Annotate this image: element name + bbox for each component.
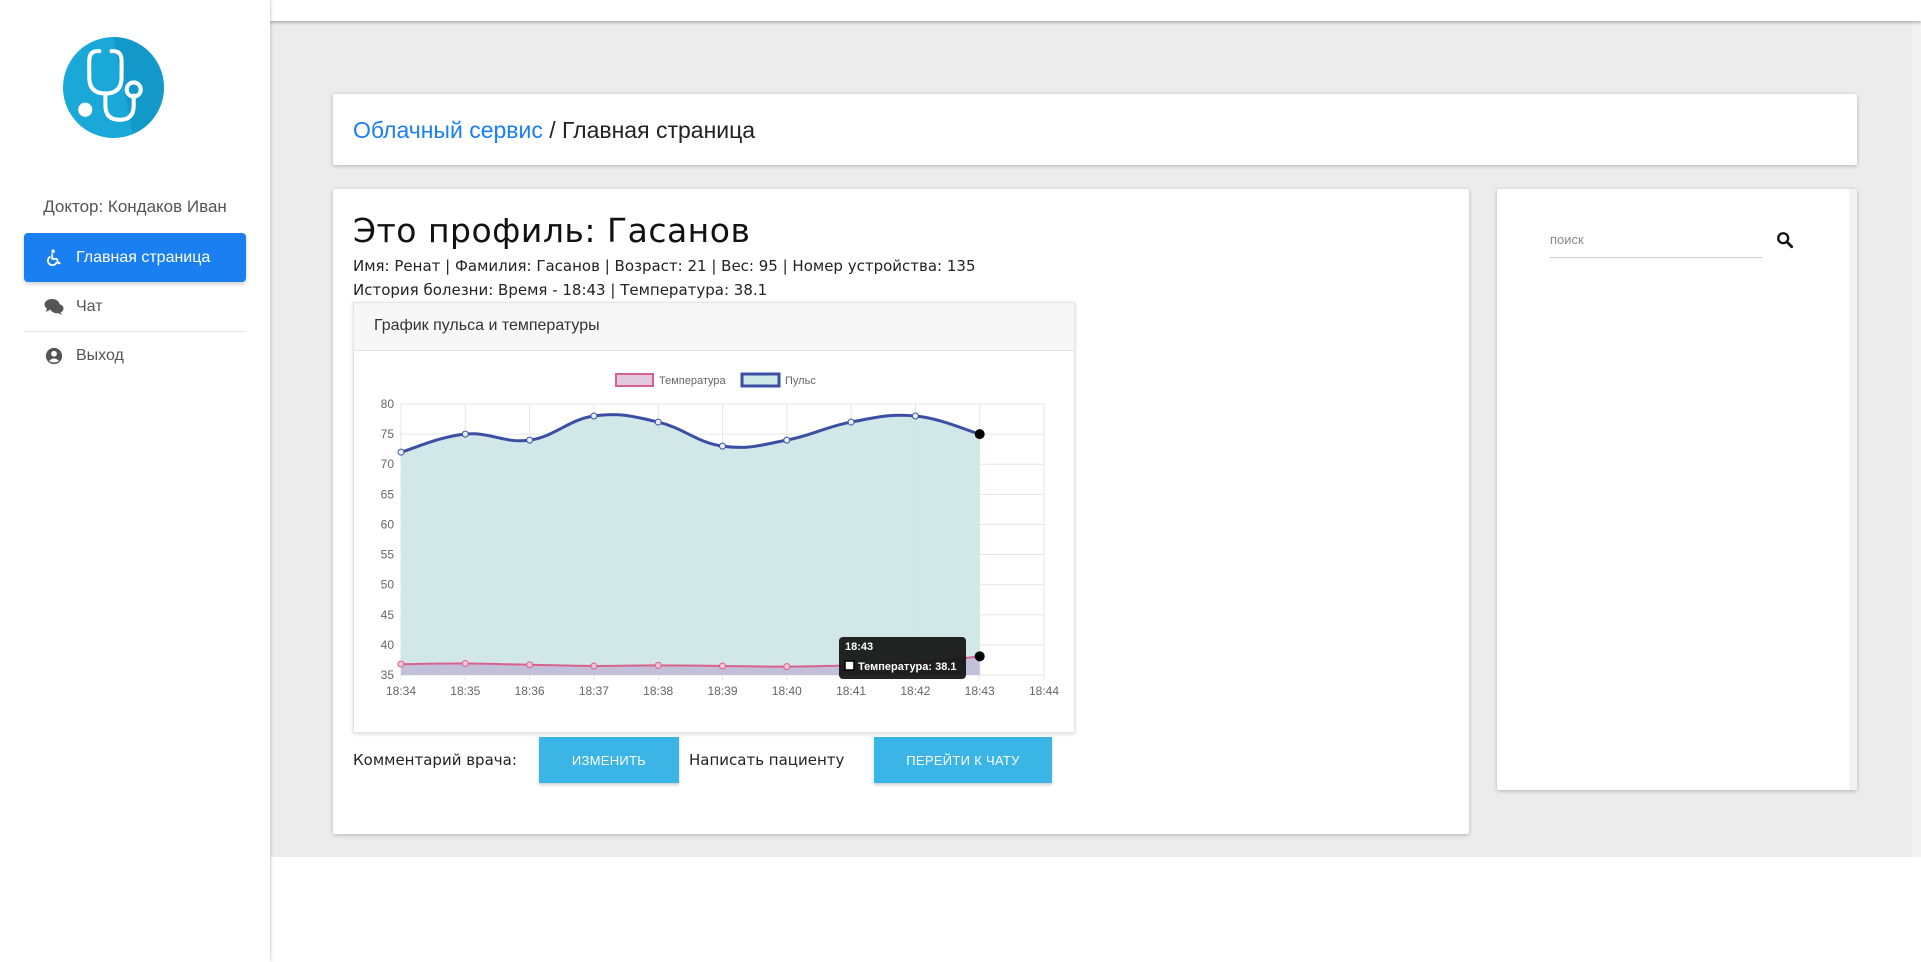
sidebar-item-chat[interactable]: Чат [24,282,246,331]
y-tick-label: 70 [381,457,395,471]
chart-card: График пульса и температуры 35 40 45 50 55 60… [353,302,1075,733]
breadcrumb-current: Главная страница [562,117,756,143]
y-tick-label: 80 [381,397,395,411]
edit-button[interactable]: ИЗМЕНИТЬ [539,737,679,783]
pulse-area [401,414,980,675]
pulse-point [847,418,855,426]
temperature-point [719,662,726,670]
breadcrumb-separator: / [542,117,563,143]
x-tick-label: 18:39 [707,684,737,698]
x-tick-label: 18:42 [900,684,930,698]
pulse-point [974,429,985,440]
temperature-point [397,660,405,668]
pulse-point [911,412,919,420]
sidebar-item-label: Главная страница [76,248,211,266]
legend-swatch-temperature [615,373,654,387]
user-circle-icon [44,346,64,366]
comments-icon [44,297,64,317]
sidebar-item-home[interactable]: Главная страница [24,233,246,282]
patient-info: Имя: Ренат | Фамилия: Гасанов | Возраст:… [353,257,976,275]
doctor-comment-label: Комментарий врача: [353,751,517,769]
tooltip-text: Температура: 38.1 [858,661,956,673]
sidebar-item-logout[interactable]: Выход [24,331,246,380]
y-tick-label: 40 [381,638,395,652]
pulse-point [397,448,405,456]
pulse-point [590,412,598,420]
temperature-point [654,661,662,669]
x-tick-label: 18:44 [1029,684,1059,698]
y-tick-label: 35 [381,668,395,682]
temperature-point [461,660,469,668]
search-panel-scrollbar[interactable] [1849,189,1857,790]
x-tick-label: 18:41 [836,684,866,698]
pulse-point [719,442,726,450]
temperature-point [783,663,791,671]
doctor-name: Доктор: Кондаков Иван [43,197,227,216]
chart-card-header: График пульса и температуры [354,303,1074,351]
search-panel [1497,189,1857,790]
temperature-point [590,662,598,670]
pulse-point [461,430,469,438]
actions-row: Комментарий врача: ИЗМЕНИТЬ Написать пац… [353,737,1353,783]
tooltip-title: 18:43 [845,641,873,653]
pulse-point [783,436,791,444]
page-scrollbar[interactable] [1912,21,1921,857]
profile-card: Это профиль: Гасанов Имя: Ренат | Фамили… [333,189,1469,834]
legend-label-temperature: Температура [659,375,727,387]
pulse-temperature-chart[interactable]: 35 40 45 50 55 60 65 70 75 80 18:34 18:35 18:36 18:37… [354,351,1074,732]
write-patient-label: Написать пациенту [689,751,845,769]
y-tick-label: 55 [381,548,395,562]
pulse-point [526,436,534,444]
x-tick-label: 18:37 [579,684,609,698]
go-to-chat-button[interactable]: ПЕРЕЙТИ К ЧАТУ [874,737,1052,783]
search-input[interactable] [1550,224,1750,254]
x-tick-label: 18:35 [450,684,480,698]
top-bar [270,0,1921,21]
breadcrumb-link-cloud-service[interactable]: Облачный сервис [353,117,543,143]
chart-card-title: График пульса и температуры [374,317,600,334]
breadcrumb: Облачный сервис / Главная страница [333,94,1857,165]
temperature-point [974,651,985,662]
y-tick-label: 65 [381,487,395,501]
temperature-point [526,661,534,669]
x-tick-label: 18:40 [772,684,802,698]
x-tick-label: 18:43 [965,684,995,698]
sidebar-item-label: Чат [76,297,103,315]
y-tick-label: 75 [381,427,395,441]
sidebar-item-label: Выход [76,346,124,364]
sidebar: Доктор: Кондаков Иван Главная страница Ч… [0,0,270,962]
patient-history: История болезни: Время - 18:43 | Темпера… [353,281,768,299]
x-tick-label: 18:38 [643,684,673,698]
y-tick-label: 60 [381,517,395,531]
legend-swatch-pulse [740,372,781,388]
y-tick-label: 50 [381,578,395,592]
search-icon[interactable] [1776,231,1794,249]
x-tick-label: 18:36 [515,684,545,698]
tooltip-swatch [844,660,855,671]
page-title: Это профиль: Гасанов [353,211,751,250]
x-tick-label: 18:34 [386,684,416,698]
y-tick-label: 45 [381,608,395,622]
search-field [1550,224,1762,258]
legend-label-pulse: Пульс [785,375,816,387]
stethoscope-logo-icon [63,37,164,138]
pulse-point [654,418,662,426]
wheelchair-icon [44,248,64,268]
breadcrumb-text: Облачный сервис / Главная страница [353,117,755,144]
